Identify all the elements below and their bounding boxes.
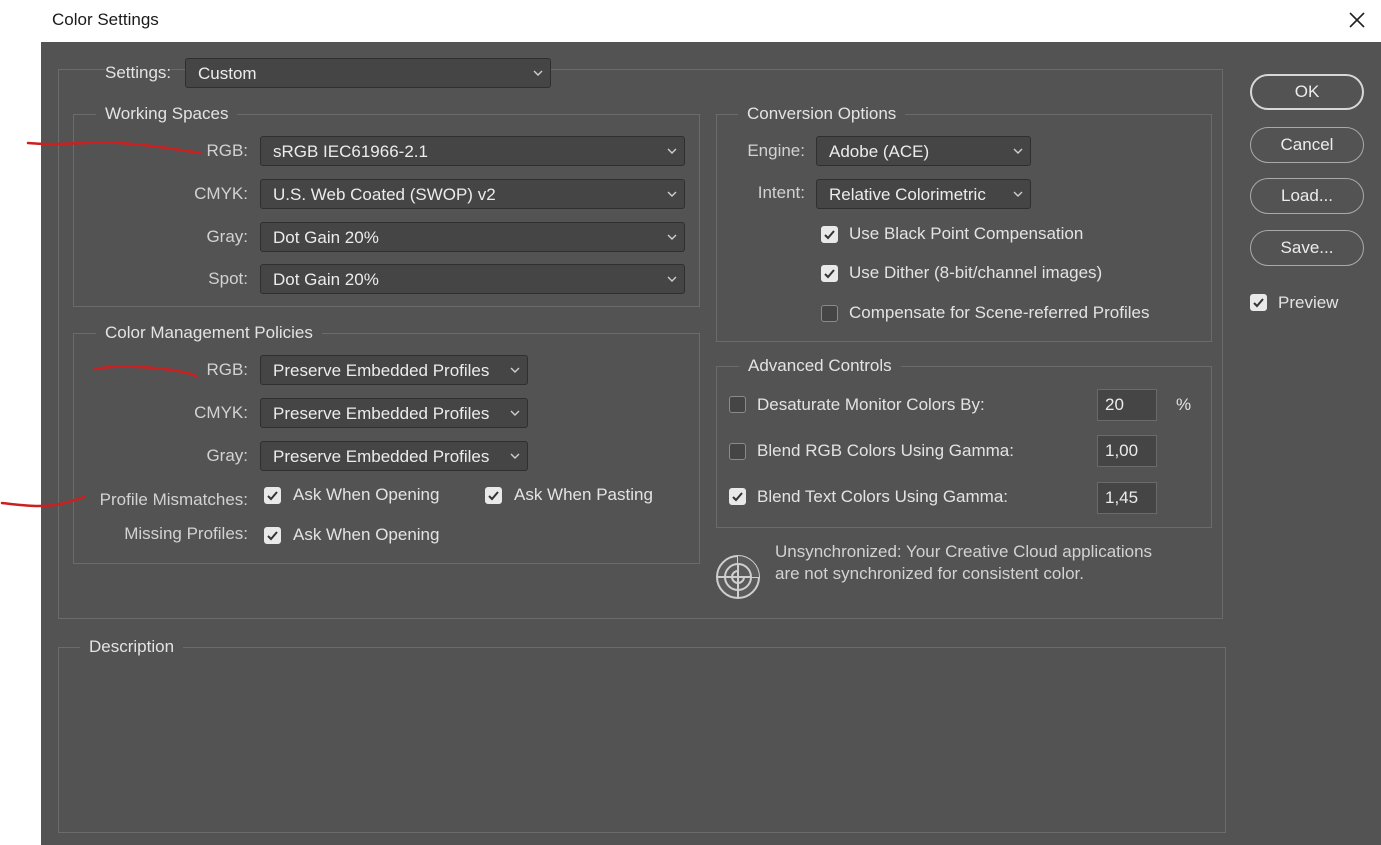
- blend-rgb-label: Blend RGB Colors Using Gamma:: [757, 441, 1014, 460]
- working-spot-label: Spot:: [208, 269, 248, 288]
- dither-checkbox[interactable]: [821, 265, 838, 282]
- mismatch-ask-pasting-label: Ask When Pasting: [514, 485, 653, 504]
- working-rgb-label: RGB:: [206, 141, 248, 160]
- mismatch-ask-pasting-checkbox[interactable]: [485, 487, 502, 504]
- policy-rgb-label: RGB:: [206, 360, 248, 379]
- preview-checkbox[interactable]: [1250, 294, 1267, 311]
- check-icon: [488, 491, 499, 501]
- working-gray-value: Dot Gain 20%: [273, 228, 379, 247]
- sync-status-icon: [715, 554, 761, 600]
- chevron-down-icon: [509, 451, 521, 461]
- missing-ask-opening-checkbox[interactable]: [264, 527, 281, 544]
- intent-label: Intent:: [757, 183, 805, 202]
- blend-text-gamma-input[interactable]: 1,45: [1097, 482, 1157, 514]
- desaturate-unit: %: [1176, 395, 1192, 414]
- chevron-down-icon: [666, 189, 678, 199]
- chevron-down-icon: [509, 365, 521, 375]
- working-spaces-title: Working Spaces: [96, 104, 238, 124]
- chevron-down-icon: [509, 408, 521, 418]
- engine-select[interactable]: Adobe (ACE): [816, 136, 1031, 166]
- dither-label: Use Dither (8-bit/channel images): [849, 263, 1103, 282]
- scene-referred-label: Compensate for Scene-referred Profiles: [849, 303, 1150, 322]
- load-button[interactable]: Load...: [1250, 178, 1364, 214]
- advanced-controls-title: Advanced Controls: [739, 356, 901, 376]
- chevron-down-icon: [666, 274, 678, 284]
- ok-button[interactable]: OK: [1250, 74, 1364, 110]
- window-title: Color Settings: [52, 10, 159, 29]
- check-icon: [824, 230, 835, 240]
- intent-select[interactable]: Relative Colorimetric: [816, 179, 1031, 209]
- chevron-down-icon: [666, 232, 678, 242]
- black-point-label: Use Black Point Compensation: [849, 224, 1084, 243]
- policy-cmyk-select[interactable]: Preserve Embedded Profiles: [260, 398, 528, 428]
- working-rgb-select[interactable]: sRGB IEC61966-2.1: [260, 136, 685, 166]
- policy-cmyk-value: Preserve Embedded Profiles: [273, 404, 490, 423]
- check-icon: [267, 491, 278, 501]
- conversion-options-title: Conversion Options: [738, 104, 906, 124]
- sync-status-line1: Unsynchronized: Your Creative Cloud appl…: [775, 542, 1153, 561]
- mismatch-ask-opening-checkbox[interactable]: [264, 487, 281, 504]
- policies-title: Color Management Policies: [96, 323, 322, 343]
- working-gray-label: Gray:: [206, 227, 248, 246]
- policy-rgb-select[interactable]: Preserve Embedded Profiles: [260, 355, 528, 385]
- chevron-down-icon: [1012, 146, 1024, 156]
- description-group: [58, 647, 1226, 833]
- blend-rgb-gamma-input[interactable]: 1,00: [1097, 435, 1157, 467]
- working-cmyk-label: CMYK:: [194, 184, 248, 203]
- chevron-down-icon: [532, 68, 544, 78]
- sync-status-line2: are not synchronized for consistent colo…: [775, 564, 1084, 583]
- desaturate-label: Desaturate Monitor Colors By:: [757, 395, 985, 414]
- blend-text-label: Blend Text Colors Using Gamma:: [757, 487, 1009, 506]
- black-point-checkbox[interactable]: [821, 226, 838, 243]
- title-bar: Color Settings: [0, 0, 1381, 42]
- preview-label: Preview: [1278, 293, 1339, 312]
- policy-gray-select[interactable]: Preserve Embedded Profiles: [260, 441, 528, 471]
- intent-value: Relative Colorimetric: [829, 185, 986, 204]
- settings-label: Settings:: [105, 63, 172, 83]
- working-cmyk-select[interactable]: U.S. Web Coated (SWOP) v2: [260, 179, 685, 209]
- working-gray-select[interactable]: Dot Gain 20%: [260, 222, 685, 252]
- blend-rgb-checkbox[interactable]: [729, 443, 746, 460]
- check-icon: [267, 531, 278, 541]
- working-spot-value: Dot Gain 20%: [273, 270, 379, 289]
- chevron-down-icon: [666, 146, 678, 156]
- chevron-down-icon: [1012, 189, 1024, 199]
- settings-select[interactable]: Custom: [185, 58, 551, 88]
- policy-cmyk-label: CMYK:: [194, 403, 248, 422]
- engine-value: Adobe (ACE): [829, 142, 930, 161]
- check-icon: [1253, 298, 1264, 308]
- desaturate-checkbox[interactable]: [729, 396, 746, 413]
- missing-profiles-label: Missing Profiles:: [124, 524, 248, 543]
- settings-value: Custom: [198, 64, 257, 83]
- cancel-button[interactable]: Cancel: [1250, 127, 1364, 163]
- policy-gray-value: Preserve Embedded Profiles: [273, 447, 490, 466]
- check-icon: [732, 492, 743, 502]
- working-rgb-value: sRGB IEC61966-2.1: [273, 142, 428, 161]
- policy-gray-label: Gray:: [206, 446, 248, 465]
- missing-ask-opening-label: Ask When Opening: [293, 525, 440, 544]
- profile-mismatches-label: Profile Mismatches:: [99, 490, 248, 509]
- save-button[interactable]: Save...: [1250, 230, 1364, 266]
- policy-rgb-value: Preserve Embedded Profiles: [273, 361, 490, 380]
- working-cmyk-value: U.S. Web Coated (SWOP) v2: [273, 185, 496, 204]
- dialog-body: Settings: Custom Working Spaces RGB: sRG…: [41, 42, 1381, 845]
- working-spot-select[interactable]: Dot Gain 20%: [260, 264, 685, 294]
- desaturate-amount-input[interactable]: 20: [1097, 389, 1157, 421]
- engine-label: Engine:: [747, 141, 805, 160]
- scene-referred-checkbox[interactable]: [821, 305, 838, 322]
- blend-text-checkbox[interactable]: [729, 488, 746, 505]
- description-title: Description: [80, 637, 184, 657]
- mismatch-ask-opening-label: Ask When Opening: [293, 485, 440, 504]
- close-icon: [1349, 12, 1365, 28]
- close-button[interactable]: [1343, 6, 1371, 34]
- check-icon: [824, 269, 835, 279]
